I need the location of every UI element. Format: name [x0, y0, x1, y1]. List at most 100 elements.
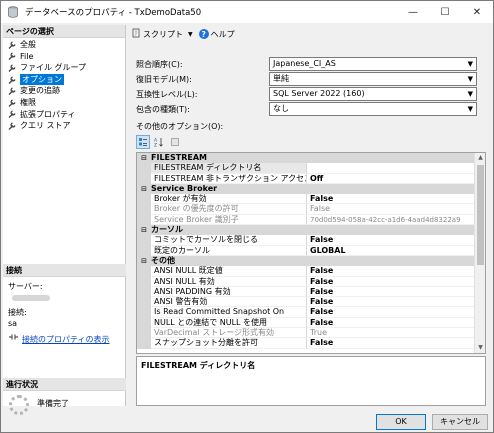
scrollbar-thumb[interactable] — [477, 165, 484, 265]
collapse-icon[interactable]: ⊟ — [137, 256, 151, 266]
property-value[interactable]: False — [307, 204, 475, 215]
recovery-label: 復旧モデル(M): — [136, 74, 192, 84]
category-filestream[interactable]: ⊟ FILESTREAM — [137, 153, 475, 164]
property-value[interactable]: Off — [307, 174, 475, 184]
property-pages-icon[interactable] — [168, 135, 182, 149]
scroll-down-icon[interactable]: ▼ — [475, 343, 485, 353]
page-item-label: オプション — [20, 73, 64, 86]
page-item-filegroups[interactable]: ファイル グループ — [3, 62, 125, 74]
collapse-icon[interactable]: ⊟ — [137, 153, 151, 163]
page-item-permissions[interactable]: 権限 — [3, 97, 125, 109]
collapse-icon[interactable]: ⊟ — [137, 225, 151, 235]
property-row[interactable]: Is Read Committed Snapshot On False — [137, 307, 475, 318]
help-button[interactable]: ? ヘルプ — [198, 29, 235, 40]
help-label: ヘルプ — [210, 29, 235, 39]
property-value[interactable] — [307, 163, 475, 174]
property-row[interactable]: ANSI 警告有効 False — [137, 297, 475, 308]
property-row[interactable]: VarDecimal ストレージ形式有効 True — [137, 328, 475, 339]
compat-label: 互換性レベル(L): — [136, 89, 198, 99]
connection-props-icon — [8, 333, 19, 345]
property-value[interactable]: False — [307, 277, 475, 287]
wrench-icon — [8, 110, 16, 119]
property-value[interactable]: False — [307, 194, 475, 205]
recovery-value: 単純 — [273, 74, 289, 83]
page-item-query-store[interactable]: クエリ ストア — [3, 120, 125, 132]
property-value[interactable]: False — [307, 235, 475, 246]
property-value[interactable]: False — [307, 266, 475, 277]
property-row[interactable]: NULL との連結で NULL を使用 False — [137, 317, 475, 329]
connection-label: 接続: — [8, 308, 27, 317]
containment-combo[interactable]: なし ▼ — [269, 102, 477, 116]
property-row[interactable]: 既定のカーソル GLOBAL — [137, 245, 475, 256]
property-name: ANSI NULL 有効 — [151, 276, 307, 287]
property-row[interactable]: コミットでカーソルを閉じる False — [137, 235, 475, 246]
property-name: ANSI 警告有効 — [151, 297, 307, 308]
alphabetical-sort-icon[interactable]: AZ — [152, 135, 166, 149]
collation-combo[interactable]: Japanese_CI_AS ▼ — [269, 57, 477, 71]
page-item-extended-properties[interactable]: 拡張プロパティ — [3, 109, 125, 121]
page-item-label: 全般 — [20, 40, 36, 49]
category-service-broker[interactable]: ⊟ Service Broker — [137, 183, 475, 195]
page-select-header: ページの選択 — [3, 25, 125, 38]
chevron-down-icon[interactable]: ▼ — [188, 31, 193, 38]
page-item-label: クエリ ストア — [20, 121, 71, 131]
property-value[interactable]: 70d0d594-058a-42cc-a1d6-4aad4d8322a9 — [307, 215, 475, 226]
containment-value: なし — [273, 104, 289, 113]
view-connection-properties-link[interactable]: 接続のプロパティの表示 — [22, 334, 110, 345]
compat-value: SQL Server 2022 (160) — [273, 89, 365, 98]
ok-button[interactable]: OK — [376, 414, 426, 430]
connection-user: sa — [8, 319, 18, 328]
property-name: Broker の優先度の許可 — [151, 204, 307, 215]
property-row[interactable]: ANSI NULL 既定値 False — [137, 266, 475, 277]
property-value[interactable]: False — [307, 338, 475, 349]
property-value[interactable]: False — [307, 287, 475, 298]
maximize-button[interactable]: ☐ — [429, 1, 461, 23]
property-row[interactable]: FILESTREAM 非トランザクション アクセス Off — [137, 173, 475, 184]
cancel-button[interactable]: キャンセル — [432, 414, 488, 430]
category-cursor[interactable]: ⊟ カーソル — [137, 225, 475, 236]
property-row[interactable]: Broker が有効 False — [137, 194, 475, 205]
property-row[interactable]: Service Broker 識別子 70d0d594-058a-42cc-a1… — [137, 214, 475, 226]
script-icon — [131, 28, 141, 40]
property-value[interactable]: False — [307, 297, 475, 308]
property-value[interactable]: True — [307, 328, 475, 339]
scroll-up-icon[interactable]: ▲ — [475, 153, 485, 163]
connection-header: 接続 — [3, 264, 126, 277]
page-item-general[interactable]: 全般 — [3, 39, 125, 51]
vertical-scrollbar[interactable]: ▲ ▼ — [474, 153, 485, 353]
property-row[interactable]: スナップショット分離を許可 False — [137, 338, 475, 349]
property-value[interactable]: GLOBAL — [307, 246, 475, 256]
collation-value: Japanese_CI_AS — [273, 59, 336, 68]
page-item-options[interactable]: オプション — [3, 73, 125, 86]
recovery-row: 復旧モデル(M): — [136, 73, 270, 85]
database-icon — [7, 6, 19, 18]
page-item-label: ファイル グループ — [20, 63, 87, 73]
collapse-icon[interactable]: ⊟ — [137, 184, 151, 194]
page-item-file[interactable]: File — [3, 51, 125, 63]
property-value[interactable]: False — [307, 318, 475, 329]
property-name: Is Read Committed Snapshot On — [151, 307, 307, 318]
property-row[interactable]: ANSI PADDING 有効 False — [137, 286, 475, 298]
script-button[interactable]: スクリプト ▼ — [131, 28, 193, 40]
categorized-icon[interactable] — [136, 135, 150, 149]
property-row[interactable]: ANSI NULL 有効 False — [137, 276, 475, 287]
category-label: Service Broker — [151, 183, 218, 193]
property-name: VarDecimal ストレージ形式有効 — [151, 328, 307, 339]
property-name: ANSI PADDING 有効 — [151, 286, 307, 298]
server-label: サーバー: — [8, 282, 43, 291]
wrench-icon — [8, 52, 16, 61]
property-value[interactable]: False — [307, 307, 475, 318]
minimize-button[interactable]: — — [397, 1, 429, 23]
close-button[interactable]: ✕ — [461, 1, 493, 23]
page-item-label: File — [20, 51, 34, 61]
category-misc[interactable]: ⊟ その他 — [137, 255, 475, 267]
property-name: コミットでカーソルを閉じる — [151, 235, 307, 246]
property-row[interactable]: FILESTREAM ディレクトリ名 — [137, 163, 475, 174]
page-item-change-tracking[interactable]: 変更の追跡 — [3, 85, 125, 97]
compat-combo[interactable]: SQL Server 2022 (160) ▼ — [269, 87, 477, 101]
property-name: 既定のカーソル — [151, 245, 307, 256]
property-row[interactable]: Broker の優先度の許可 False — [137, 204, 475, 215]
svg-text:Z: Z — [154, 143, 157, 148]
recovery-combo[interactable]: 単純 ▼ — [269, 72, 477, 86]
wrench-icon — [8, 99, 16, 107]
